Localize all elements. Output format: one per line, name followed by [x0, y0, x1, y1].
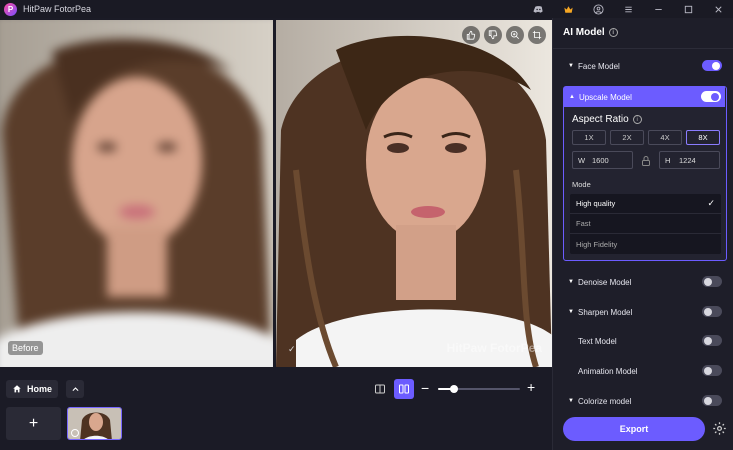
mode-label: Mode: [572, 180, 591, 189]
model-label: Sharpen Model: [578, 307, 633, 317]
model-row-animation[interactable]: ▼ Animation Model: [553, 361, 733, 381]
upscale-model-toggle[interactable]: [701, 91, 721, 102]
home-label: Home: [27, 384, 53, 394]
ratio-2x-button[interactable]: 2X: [610, 130, 644, 145]
dimension-fields: W 1600 H 1224: [572, 151, 720, 169]
upscale-model-section: ▲ Upscale Model Aspect Ratio i 1X 2X 4X …: [563, 86, 727, 261]
caret-icon: ▼: [568, 398, 574, 404]
gear-icon[interactable]: [712, 421, 727, 436]
chevron-up-icon: [71, 386, 79, 391]
ratio-4x-button[interactable]: 4X: [648, 130, 682, 145]
mode-option-label: High Fidelity: [576, 239, 618, 249]
split-view-button[interactable]: [372, 381, 388, 397]
model-row-colorize[interactable]: ▼ Colorize model: [553, 391, 733, 411]
ratio-8x-button[interactable]: 8X: [686, 130, 720, 145]
model-label: Text Model: [578, 336, 617, 346]
after-photo: [276, 20, 552, 367]
height-value: 1224: [679, 155, 696, 165]
clock-icon: [71, 429, 79, 437]
menu-icon[interactable]: [613, 0, 643, 18]
after-check-mark: ✓: [288, 344, 296, 354]
animation-model-toggle[interactable]: [702, 365, 722, 376]
ratio-buttons: 1X 2X 4X 8X: [572, 130, 720, 145]
width-label: W: [578, 155, 586, 165]
width-field[interactable]: W 1600: [572, 151, 633, 169]
home-button[interactable]: Home: [6, 380, 59, 398]
zoom-in-button[interactable]: +: [527, 380, 535, 394]
mode-dropdown: High quality ✓ Fast High Fidelity: [570, 194, 721, 254]
close-icon[interactable]: [703, 0, 733, 18]
after-preview: ✓ HitPaw FotorPea: [276, 20, 552, 367]
model-row-upscale[interactable]: ▲ Upscale Model: [564, 87, 725, 107]
collapse-button[interactable]: [66, 380, 84, 398]
mode-option-high-fidelity[interactable]: High Fidelity: [570, 234, 721, 254]
denoise-model-toggle[interactable]: [702, 276, 722, 287]
side-by-side-icon: [399, 384, 409, 394]
caret-icon: ▼: [568, 309, 574, 315]
face-model-toggle[interactable]: [702, 60, 722, 71]
colorize-model-toggle[interactable]: [702, 395, 722, 406]
ai-model-panel: AI Model i ▼ Face Model ▲ Upscale Model …: [552, 18, 733, 450]
mode-option-label: Fast: [576, 219, 591, 228]
model-row-sharpen[interactable]: ▼ Sharpen Model: [553, 302, 733, 322]
watermark-text: HitPaw FotorPea: [446, 341, 542, 355]
discord-icon[interactable]: [523, 0, 553, 18]
zoom-in-icon[interactable]: [506, 26, 524, 44]
bottom-bar: Home + − +: [0, 367, 552, 450]
panel-title: AI Model i: [563, 27, 618, 38]
lock-icon[interactable]: [640, 154, 652, 166]
aspect-ratio-label: Aspect Ratio: [572, 114, 629, 125]
caret-icon: ▼: [568, 279, 574, 285]
side-by-side-view-button[interactable]: [394, 379, 414, 399]
panel-title-text: AI Model: [563, 27, 605, 38]
text-model-toggle[interactable]: [702, 335, 722, 346]
model-row-face[interactable]: ▼ Face Model: [553, 56, 733, 76]
mode-option-label: High quality: [576, 199, 616, 208]
info-icon[interactable]: i: [608, 28, 618, 37]
model-label: Upscale Model: [578, 92, 632, 102]
crown-icon[interactable]: [553, 0, 583, 18]
maximize-icon[interactable]: [673, 0, 703, 18]
model-label: Denoise Model: [578, 277, 632, 287]
thumbs-down-icon[interactable]: [484, 26, 502, 44]
caret-icon: ▲: [569, 94, 575, 100]
height-field[interactable]: H 1224: [659, 151, 720, 169]
before-photo: [0, 20, 273, 367]
thumbs-up-icon[interactable]: [462, 26, 480, 44]
check-icon: ✓: [707, 198, 715, 208]
caret-icon: ▼: [568, 63, 574, 69]
account-icon[interactable]: [583, 0, 613, 18]
zoom-out-button[interactable]: −: [421, 381, 429, 395]
model-row-text[interactable]: ▼ Text Model: [553, 331, 733, 351]
zoom-slider-handle[interactable]: [450, 385, 459, 393]
info-icon[interactable]: i: [632, 115, 642, 124]
app-logo-icon: P: [4, 2, 17, 16]
plus-icon: +: [28, 414, 39, 432]
zoom-slider[interactable]: [438, 385, 520, 393]
export-button[interactable]: Export: [563, 417, 705, 441]
width-value: 1600: [592, 155, 609, 165]
model-label: Animation Model: [578, 366, 638, 376]
model-label: Face Model: [578, 61, 620, 71]
aspect-ratio-title: Aspect Ratio i: [572, 114, 642, 125]
ratio-1x-button[interactable]: 1X: [572, 130, 606, 145]
height-label: H: [665, 155, 671, 165]
model-label: Colorize model: [578, 396, 632, 406]
model-row-denoise[interactable]: ▼ Denoise Model: [553, 272, 733, 292]
crop-icon[interactable]: [528, 26, 546, 44]
image-thumbnail[interactable]: [67, 407, 122, 440]
home-icon: [13, 385, 21, 393]
split-view-icon: [375, 384, 385, 394]
before-label: Before: [8, 341, 43, 355]
add-image-button[interactable]: +: [6, 407, 61, 440]
mode-option-fast[interactable]: Fast: [570, 214, 721, 234]
export-label: Export: [619, 424, 649, 434]
title-bar: P HitPaw FotorPea: [0, 0, 733, 18]
mode-option-high-quality[interactable]: High quality ✓: [570, 194, 721, 214]
app-title: HitPaw FotorPea: [23, 4, 92, 14]
minimize-icon[interactable]: [643, 0, 673, 18]
sharpen-model-toggle[interactable]: [702, 306, 722, 317]
panel-divider: [553, 48, 733, 49]
before-preview: Before: [0, 20, 273, 367]
